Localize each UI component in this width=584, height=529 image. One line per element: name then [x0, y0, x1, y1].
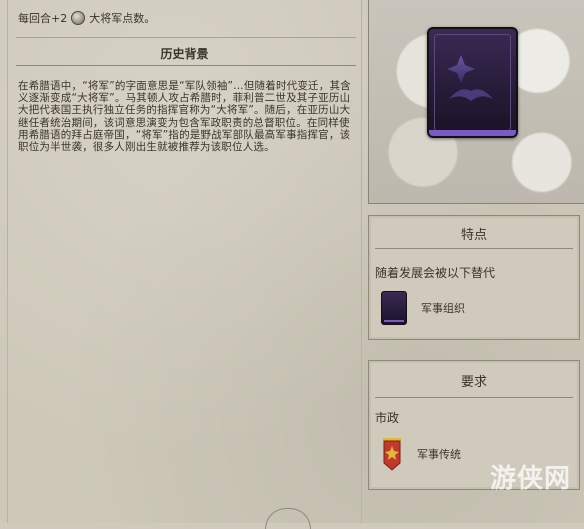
divider [375, 248, 573, 249]
divider [16, 65, 356, 66]
traits-title: 特点 [460, 228, 487, 243]
great-general-coin-icon [71, 11, 86, 25]
yield-suffix: 大将军点数。 [89, 12, 156, 25]
requirement-item-label: 军事传统 [417, 448, 461, 461]
divider [16, 37, 356, 38]
history-body: 在希腊语中，“将军”的字面意思是“军队领袖”…但随着时代变迁，其含义逐渐变成“大… [18, 80, 351, 154]
history-column: 每回合+2 大将军点数。 历史背景 在希腊语中，“将军”的字面意思是“军队领袖”… [7, 0, 362, 523]
requirement-item[interactable]: 军事传统 [381, 437, 461, 471]
yield-prefix: 每回合+2 [18, 12, 68, 25]
watermark: 游侠网 [490, 464, 572, 494]
requirement-category: 市政 [375, 411, 400, 425]
history-title: 历史背景 [160, 47, 209, 61]
replaced-by-label: 随着发展会被以下替代 [375, 266, 496, 280]
policy-card-mini-icon [381, 291, 407, 325]
policy-card-icon [447, 55, 493, 101]
requirements-title: 要求 [460, 375, 487, 390]
yield-line: 每回合+2 大将军点数。 [18, 10, 155, 26]
traits-panel: 特点 随着发展会被以下替代 军事组织 [368, 215, 580, 340]
card-accent-bar [429, 130, 516, 136]
military-tradition-banner-icon [383, 438, 401, 471]
divider [375, 397, 573, 398]
replacement-item[interactable]: 军事组织 [381, 291, 465, 325]
policy-card[interactable] [427, 27, 518, 138]
replacement-item-label: 军事组织 [421, 302, 465, 315]
